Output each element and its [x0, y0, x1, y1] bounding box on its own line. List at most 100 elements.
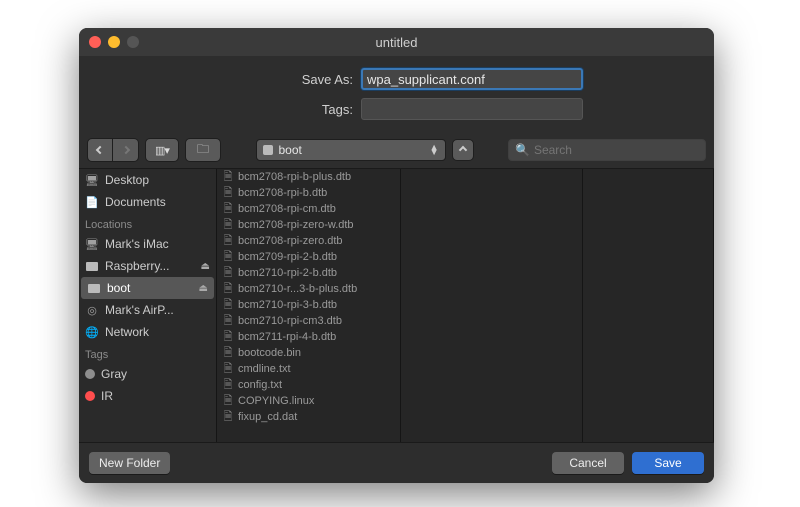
save-as-input[interactable]	[361, 68, 583, 90]
file-icon: 🗎	[223, 297, 233, 313]
location-select-label: boot	[279, 143, 302, 157]
file-icon: 🗎	[223, 265, 233, 281]
minimize-window-icon[interactable]	[108, 36, 120, 48]
file-item[interactable]: 🗎 bcm2711-rpi-4-b.dtb	[217, 329, 400, 345]
file-item[interactable]: 🗎 bcm2709-rpi-2-b.dtb	[217, 249, 400, 265]
view-mode-button[interactable]: ▥▾	[145, 138, 179, 162]
sidebar-item-label: Gray	[101, 367, 127, 381]
sidebar-item-label: Mark's iMac	[105, 237, 169, 251]
disk-icon	[263, 145, 273, 155]
file-name: cmdline.txt	[238, 363, 291, 375]
file-item[interactable]: 🗎bcm2710-rpi-2-b.dtb	[217, 265, 400, 281]
titlebar[interactable]: untitled	[79, 28, 714, 56]
file-item[interactable]: 🗎config.txt	[217, 377, 400, 393]
sidebar-item[interactable]: ◎ Mark's AirP...	[79, 299, 216, 321]
save-as-label: Save As:	[79, 72, 361, 87]
sidebar[interactable]: 🖥Desktop 📄 Documents Locations 🖥 Mark's iMac R…	[79, 169, 217, 442]
file-column-3[interactable]	[583, 169, 714, 442]
nav-back-forward	[87, 138, 139, 162]
file-icon: 🗎	[223, 281, 233, 297]
file-item[interactable]: 🗎 bcm2708-rpi-b-plus.dtb	[217, 169, 400, 185]
eject-icon[interactable]: ⏏	[199, 283, 208, 294]
traffic-lights	[89, 36, 139, 48]
zoom-window-icon	[127, 36, 139, 48]
sidebar-item[interactable]: 📄 Documents	[79, 191, 216, 213]
dialog-footer: New Folder Cancel Save	[79, 443, 714, 483]
file-item[interactable]: 🗎bcm2710-r...3-b-plus.dtb	[217, 281, 400, 297]
file-icon: 🗎	[223, 201, 233, 217]
file-name: bcm2711-rpi-4-b.dtb	[238, 331, 336, 343]
file-name: bootcode.bin	[238, 347, 301, 359]
tag-color-icon	[85, 369, 95, 379]
file-item[interactable]: 🗎cmdline.txt	[217, 361, 400, 377]
file-column-1[interactable]: 🗎 bcm2708-rpi-b-plus.dtb 🗎 bcm2708-rpi-b.dt…	[217, 169, 401, 442]
file-item[interactable]: 🗎fixup_cd.dat	[217, 409, 400, 425]
sidebar-icon: 📄	[85, 196, 99, 208]
file-item[interactable]: 🗎 bcm2708-rpi-cm.dtb	[217, 201, 400, 217]
file-name: bcm2708-rpi-cm.dtb	[238, 203, 336, 215]
file-icon: 🗎	[223, 329, 233, 345]
close-window-icon[interactable]	[89, 36, 101, 48]
file-column-2[interactable]	[401, 169, 583, 442]
columns-icon: ▥▾	[155, 144, 169, 157]
file-icon: 🗎	[223, 169, 233, 185]
sidebar-header-locations: Locations	[79, 213, 216, 233]
file-icon: 🗎	[223, 217, 233, 233]
location-select[interactable]: boot ▲▼	[256, 139, 446, 161]
sidebar-item[interactable]: 🖥Desktop	[79, 169, 216, 191]
save-button[interactable]: Save	[632, 452, 704, 474]
file-icon: 🗎	[223, 249, 233, 265]
collapse-button[interactable]	[452, 139, 474, 161]
file-name: COPYING.linux	[238, 395, 314, 407]
file-name: fixup_cd.dat	[238, 411, 297, 423]
tags-input[interactable]	[361, 98, 583, 120]
file-item[interactable]: 🗎bootcode.bin	[217, 345, 400, 361]
sidebar-item-label: Mark's AirP...	[105, 303, 174, 317]
search-input[interactable]	[534, 143, 699, 157]
file-name: bcm2708-rpi-zero.dtb	[238, 235, 343, 247]
sidebar-item[interactable]: boot ⏏	[81, 277, 214, 299]
sidebar-icon: 🖥	[85, 238, 99, 250]
sidebar-icon: ◎	[85, 304, 99, 316]
file-name: bcm2710-rpi-3-b.dtb	[238, 299, 337, 311]
sidebar-item-label: Desktop	[105, 173, 149, 187]
new-folder-button[interactable]: New Folder	[89, 452, 170, 474]
disk-icon	[87, 282, 101, 294]
file-item[interactable]: 🗎bcm2708-rpi-zero.dtb	[217, 233, 400, 249]
file-icon: 🗎	[223, 313, 233, 329]
save-dialog-window: untitled Save As: Tags: ▥▾ 🗀 boot ▲▼	[79, 28, 714, 483]
sidebar-item-label: Documents	[105, 195, 166, 209]
sidebar-item[interactable]: 🌐Network	[79, 321, 216, 343]
file-name: bcm2709-rpi-2-b.dtb	[238, 251, 337, 263]
sidebar-item[interactable]: 🖥 Mark's iMac	[79, 233, 216, 255]
sidebar-tag-item[interactable]: Gray	[79, 363, 216, 385]
search-field[interactable]: 🔍	[508, 139, 706, 161]
folder-icon: 🗀	[197, 140, 209, 161]
tags-label: Tags:	[79, 102, 361, 117]
eject-icon[interactable]: ⏏	[201, 261, 210, 272]
file-item[interactable]: 🗎 bcm2710-rpi-cm3.dtb	[217, 313, 400, 329]
cancel-button[interactable]: Cancel	[552, 452, 624, 474]
sidebar-item-label: boot	[107, 281, 130, 295]
toolbar: ▥▾ 🗀 boot ▲▼ 🔍	[79, 138, 714, 168]
file-name: bcm2708-rpi-b.dtb	[238, 187, 327, 199]
group-by-button[interactable]: 🗀	[185, 138, 221, 162]
sidebar-tag-item[interactable]: IR	[79, 385, 216, 407]
file-name: bcm2708-rpi-b-plus.dtb	[238, 171, 351, 183]
file-item[interactable]: 🗎COPYING.linux	[217, 393, 400, 409]
file-name: bcm2710-rpi-cm3.dtb	[238, 315, 342, 327]
file-item[interactable]: 🗎 bcm2710-rpi-3-b.dtb	[217, 297, 400, 313]
sidebar-header-tags: Tags	[79, 343, 216, 363]
file-icon: 🗎	[223, 185, 233, 201]
nav-back-button[interactable]	[87, 138, 113, 162]
file-icon: 🗎	[223, 377, 233, 393]
nav-forward-button[interactable]	[113, 138, 139, 162]
window-title: untitled	[376, 35, 418, 50]
save-fields: Save As: Tags:	[79, 56, 714, 138]
chevron-right-icon	[121, 146, 129, 154]
file-item[interactable]: 🗎 bcm2708-rpi-b.dtb	[217, 185, 400, 201]
chevron-left-icon	[96, 146, 104, 154]
sidebar-item-label: Network	[105, 325, 149, 339]
file-item[interactable]: 🗎bcm2708-rpi-zero-w.dtb	[217, 217, 400, 233]
sidebar-item[interactable]: Raspberry...⏏	[79, 255, 216, 277]
